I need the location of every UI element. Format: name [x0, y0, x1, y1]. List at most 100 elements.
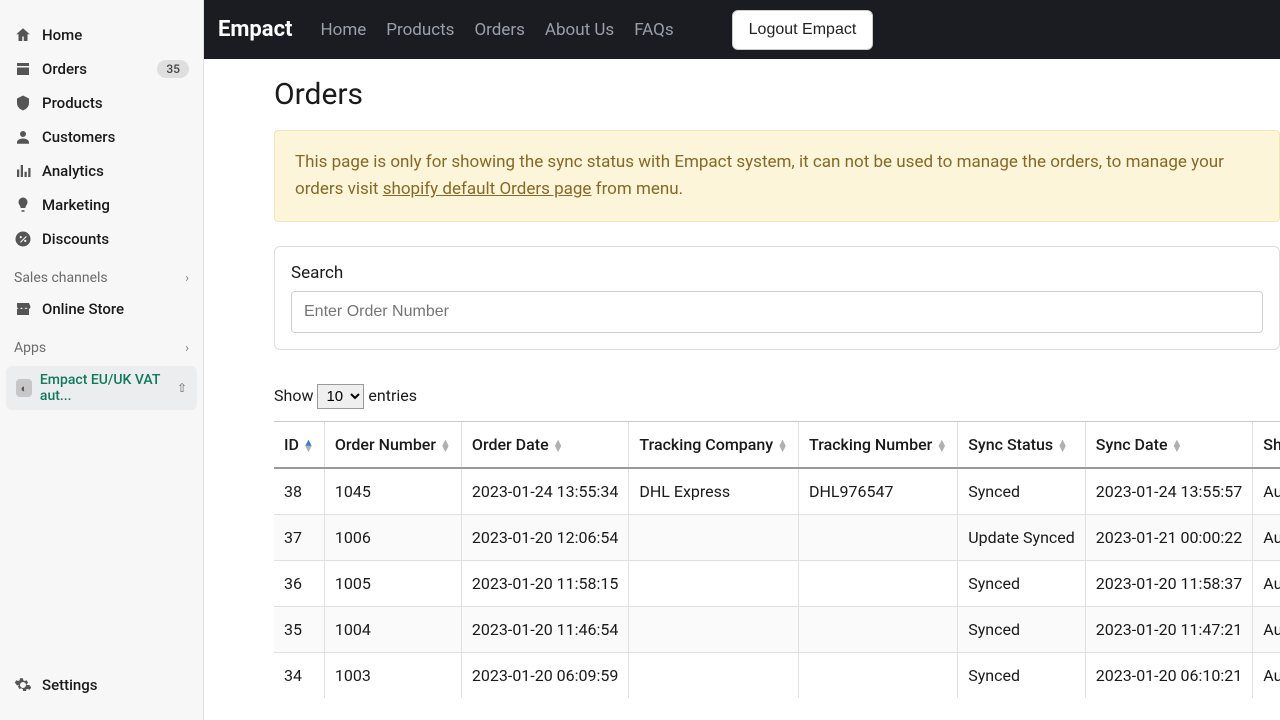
table-row[interactable]: 3710062023-01-20 12:06:54Update Synced20…: [274, 515, 1280, 561]
page-title: Orders: [274, 77, 1280, 112]
cell-order_number: 1003: [324, 653, 461, 699]
col-label: Sync Status: [968, 435, 1053, 454]
sidebar-item-products[interactable]: Products: [0, 86, 203, 120]
col-label: Shipping Count: [1263, 435, 1280, 454]
cell-order_number: 1006: [324, 515, 461, 561]
cell-sync_status: Synced: [958, 607, 1086, 653]
alert-text-post: from menu.: [591, 179, 683, 199]
products-icon: [14, 94, 32, 112]
orders-badge: 35: [157, 60, 189, 78]
cell-shipping_country: Austria: [1253, 515, 1280, 561]
sidebar-item-label: Orders: [42, 60, 157, 78]
search-input[interactable]: [291, 291, 1263, 333]
sidebar-channel-online-store[interactable]: Online Store: [0, 292, 203, 326]
col-label: Order Number: [335, 435, 436, 454]
brand[interactable]: Empact: [218, 17, 293, 42]
sidebar-app-empact[interactable]: ◐ Empact EU/UK VAT aut...⇧: [6, 366, 197, 410]
cell-shipping_country: Austria: [1253, 468, 1280, 515]
col-sync-date[interactable]: Sync Date ▲▼: [1085, 422, 1252, 468]
col-sync-status[interactable]: Sync Status▲▼: [958, 422, 1086, 468]
cell-sync_date: 2023-01-24 13:55:57: [1085, 468, 1252, 515]
cell-tracking_company: [629, 515, 799, 561]
table-row[interactable]: 3510042023-01-20 11:46:54Synced2023-01-2…: [274, 607, 1280, 653]
cell-order_date: 2023-01-20 11:58:15: [461, 561, 628, 607]
home-icon: [14, 26, 32, 44]
pin-icon[interactable]: ⇧: [177, 381, 187, 395]
nav-link-orders[interactable]: Orders: [474, 20, 524, 40]
alert-link[interactable]: shopify default Orders page: [383, 179, 592, 199]
cell-tracking_company: DHL Express: [629, 468, 799, 515]
sales-channels-heading[interactable]: Sales channels ›: [0, 256, 203, 292]
sidebar-item-label: Online Store: [42, 300, 189, 318]
cell-order_number: 1045: [324, 468, 461, 515]
nav-link-about-us[interactable]: About Us: [545, 20, 614, 40]
col-shipping-count[interactable]: Shipping Count▲▼: [1253, 422, 1280, 468]
entries-select[interactable]: 10: [317, 384, 364, 409]
entries-control: Show 10 entries: [274, 384, 1280, 409]
nav-link-faqs[interactable]: FAQs: [634, 20, 673, 40]
table-row[interactable]: 3610052023-01-20 11:58:15Synced2023-01-2…: [274, 561, 1280, 607]
sidebar-item-home[interactable]: Home: [0, 18, 203, 52]
sidebar-item-label: Discounts: [42, 230, 189, 248]
cell-id: 38: [274, 468, 324, 515]
sidebar: HomeOrders35ProductsCustomersAnalyticsMa…: [0, 0, 204, 720]
sort-icon: ▲▼: [303, 440, 314, 452]
col-tracking-number[interactable]: Tracking Number ▲▼: [799, 422, 958, 468]
cell-tracking_number: [799, 561, 958, 607]
sidebar-item-orders[interactable]: Orders35: [0, 52, 203, 86]
col-order-number[interactable]: Order Number▲▼: [324, 422, 461, 468]
sidebar-item-label: Marketing: [42, 196, 189, 214]
show-label-post: entries: [368, 386, 417, 405]
cell-sync_date: 2023-01-20 06:10:21: [1085, 653, 1252, 699]
nav-link-home[interactable]: Home: [321, 20, 367, 40]
col-id[interactable]: ID ▲▼: [274, 422, 324, 468]
cell-shipping_country: Austria: [1253, 561, 1280, 607]
store-icon: [14, 300, 32, 318]
cell-sync_date: 2023-01-21 00:00:22: [1085, 515, 1252, 561]
customers-icon: [14, 128, 32, 146]
logout-button[interactable]: Logout Empact: [732, 10, 874, 50]
cell-id: 36: [274, 561, 324, 607]
app-icon: ◐: [16, 379, 32, 397]
col-tracking-company[interactable]: Tracking Company▲▼: [629, 422, 799, 468]
sidebar-item-label: Customers: [42, 128, 189, 146]
cell-sync_status: Update Synced: [958, 515, 1086, 561]
cell-tracking_number: [799, 515, 958, 561]
app-label: Empact EU/UK VAT aut...: [40, 372, 177, 404]
cell-order_date: 2023-01-20 12:06:54: [461, 515, 628, 561]
cell-order_date: 2023-01-24 13:55:34: [461, 468, 628, 515]
sales-channels-label: Sales channels: [14, 270, 108, 286]
col-label: ID: [284, 435, 299, 454]
cell-sync_date: 2023-01-20 11:58:37: [1085, 561, 1252, 607]
col-label: Tracking Number: [809, 435, 932, 454]
search-card: Search: [274, 246, 1280, 350]
cell-sync_status: Synced: [958, 653, 1086, 699]
cell-order_date: 2023-01-20 06:09:59: [461, 653, 628, 699]
gear-icon: [14, 676, 32, 694]
show-label-pre: Show: [274, 386, 313, 405]
nav-link-products[interactable]: Products: [386, 20, 454, 40]
cell-sync_status: Synced: [958, 468, 1086, 515]
apps-heading[interactable]: Apps ›: [0, 326, 203, 362]
col-order-date[interactable]: Order Date▲▼: [461, 422, 628, 468]
orders-table-wrap: ID▲▼Order Number▲▼Order Date▲▼Tracking C…: [274, 421, 1280, 698]
marketing-icon: [14, 196, 32, 214]
sort-icon: ▲▼: [553, 440, 564, 452]
orders-table: ID▲▼Order Number▲▼Order Date▲▼Tracking C…: [274, 422, 1280, 698]
sidebar-item-marketing[interactable]: Marketing: [0, 188, 203, 222]
sidebar-item-settings[interactable]: Settings: [0, 668, 203, 702]
sidebar-item-label: Home: [42, 26, 189, 44]
sidebar-item-discounts[interactable]: Discounts: [0, 222, 203, 256]
cell-id: 34: [274, 653, 324, 699]
sort-icon: ▲▼: [1172, 440, 1183, 452]
table-row[interactable]: 3410032023-01-20 06:09:59 Synced2023-01-2…: [274, 653, 1280, 699]
table-row[interactable]: 3810452023-01-24 13:55:34DHL ExpressDHL9…: [274, 468, 1280, 515]
sort-icon: ▲▼: [777, 440, 788, 452]
col-label: Sync Date: [1096, 435, 1168, 454]
orders-icon: [14, 60, 32, 78]
sort-icon: ▲▼: [936, 440, 947, 452]
cell-tracking_number: [799, 607, 958, 653]
info-alert: This page is only for showing the sync s…: [274, 130, 1280, 222]
sidebar-item-customers[interactable]: Customers: [0, 120, 203, 154]
sidebar-item-analytics[interactable]: Analytics: [0, 154, 203, 188]
